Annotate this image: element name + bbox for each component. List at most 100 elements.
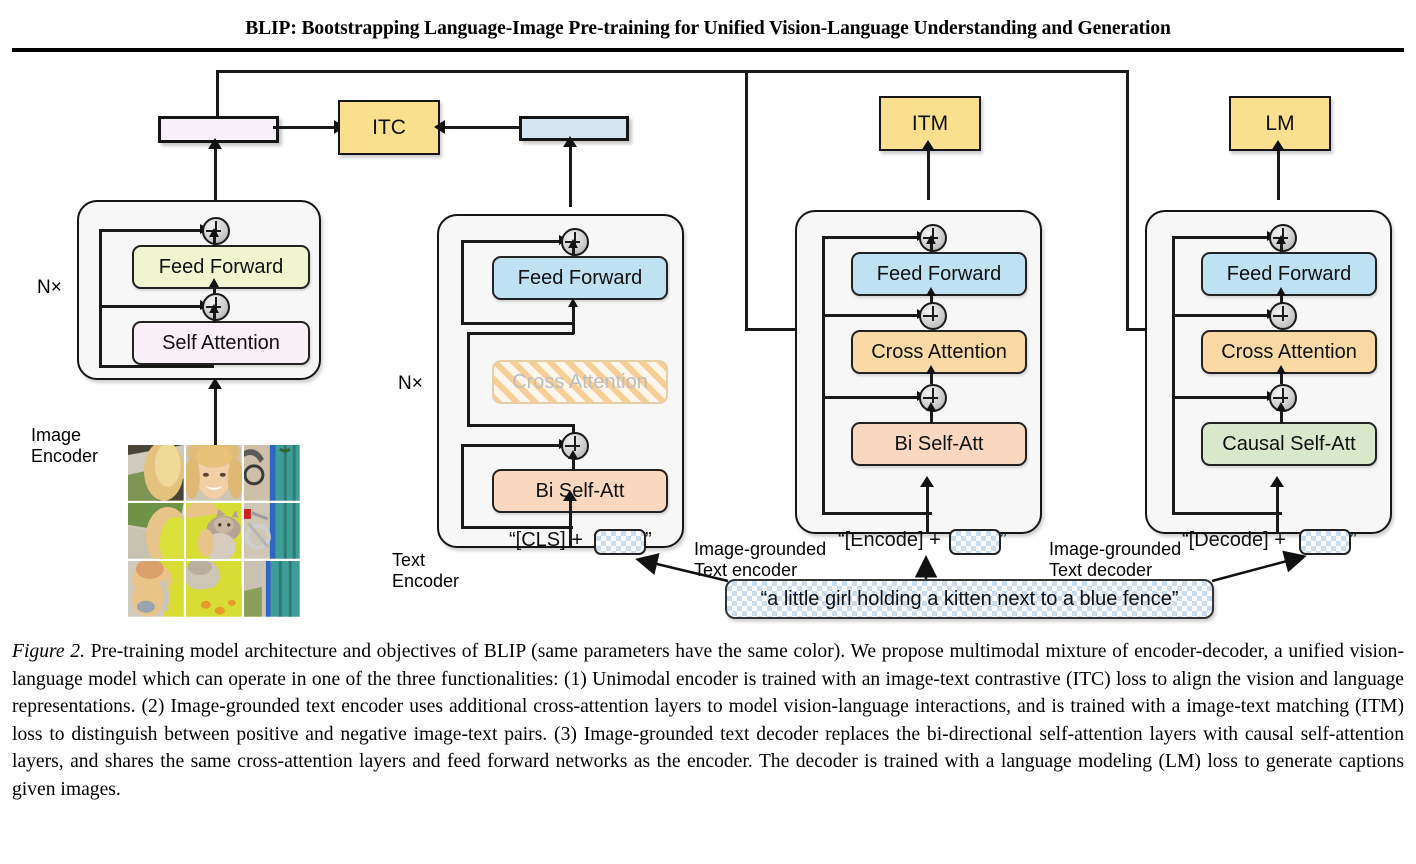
itc-loss-box: ITC	[338, 100, 440, 155]
text-encoder-block: Feed Forward Cross Attention Bi Self-Att	[437, 214, 684, 548]
text-ff-residual-vertical-1	[461, 240, 464, 324]
text-sa-residual-vertical-1	[461, 444, 464, 528]
text-ff-residual-horizontal-2	[461, 322, 573, 325]
gd-feed-forward-label: Feed Forward	[1226, 262, 1352, 285]
header-divider	[12, 48, 1404, 52]
ge-ff-residual-horizontal-1	[822, 236, 919, 239]
gd-sa-residual-horizontal-1	[1172, 396, 1269, 399]
gd-ff-residual-vertical-1	[1172, 236, 1175, 316]
bus-drop-to-grounded-encoder	[745, 70, 748, 330]
text-sa-residual-horizontal-1	[461, 444, 561, 447]
nx-label-image-encoder: N×	[37, 277, 62, 298]
feed-forward-label: Feed Forward	[158, 255, 284, 278]
gd-feed-forward-module: Feed Forward	[1201, 252, 1377, 296]
cross-attention-module-disabled: Cross Attention	[492, 360, 668, 404]
arrow-text-embedding-to-itc	[434, 119, 445, 134]
image-patch	[128, 561, 184, 617]
gd-sa-residual-horizontal-2	[1172, 512, 1282, 515]
bi-self-att-module: Bi Self-Att	[492, 469, 668, 513]
paper-header: BLIP: Bootstrapping Language-Image Pre-t…	[0, 0, 1416, 56]
feed-forward-module: Feed Forward	[132, 245, 310, 289]
arrow-gd-sa-out	[1275, 402, 1286, 411]
gd-cross-attention-module: Cross Attention	[1201, 330, 1377, 374]
arrow-sa-to-add	[208, 304, 219, 313]
gd-ff-residual-horizontal-1	[1172, 236, 1269, 239]
line-image-embedding-to-itc	[273, 126, 336, 129]
ff-residual-horizontal-1	[99, 229, 202, 232]
image-patch	[244, 561, 300, 617]
text-feed-forward-module: Feed Forward	[492, 256, 668, 300]
sa-residual-horizontal-2	[99, 365, 214, 368]
text-ff-residual-horizontal-1	[461, 240, 561, 243]
arrow-gd-ff-to-add	[1275, 235, 1286, 244]
arrow-text-sa-to-add	[567, 450, 578, 459]
arrow-gd-sa-to-ca	[1275, 365, 1286, 374]
line-text-encoder-out-to-bar	[569, 145, 572, 207]
cls-token-prefix: “[CLS] +	[509, 529, 589, 551]
bus-drop-to-grounded-decoder	[1126, 70, 1129, 330]
image-encoder-block: Feed Forward Self Attention	[77, 200, 321, 380]
page-title: BLIP: Bootstrapping Language-Image Pre-t…	[245, 18, 1171, 39]
sa-residual-vertical-1	[99, 305, 102, 367]
image-patch	[244, 445, 300, 501]
arrow-cls-token-to-text-encoder	[563, 490, 577, 501]
decode-token-prefix: “[Decode] +	[1182, 529, 1292, 551]
line-decode-token-to-block	[1276, 486, 1279, 533]
cross-attention-bypass-vertical-left	[467, 332, 470, 426]
line-text-embedding-to-itc	[443, 126, 519, 129]
arrow-text-ff-to-add	[567, 239, 578, 248]
arrow-encode-token-to-block	[920, 476, 934, 487]
ge-ff-residual-vertical-1	[822, 236, 825, 316]
text-encoder-label-line1: Text	[392, 550, 426, 570]
ge-ca-residual-horizontal-1	[822, 314, 919, 317]
image-patch	[186, 503, 242, 559]
ge-cross-attention-module: Cross Attention	[851, 330, 1027, 374]
decode-token-box	[1299, 529, 1351, 555]
lm-label: LM	[1265, 111, 1295, 135]
image-patch	[244, 503, 300, 559]
self-attention-module: Self Attention	[132, 321, 310, 365]
ge-cross-attention-label: Cross Attention	[871, 340, 1007, 363]
arrow-ge-sa-to-ca	[925, 365, 936, 374]
cross-attention-label-disabled: Cross Attention	[512, 370, 648, 393]
ff-residual-vertical-1	[99, 229, 102, 307]
image-grounded-text-encoder-block: Feed Forward Cross Attention Bi Self-Att	[795, 210, 1042, 534]
line-grounded-encoder-to-itm	[927, 147, 930, 200]
image-grounded-text-decoder-block: Feed Forward Cross Attention Causal Self…	[1145, 210, 1392, 534]
ge-feed-forward-module: Feed Forward	[851, 252, 1027, 296]
arrow-ff-to-add	[208, 228, 219, 237]
arrow-grounded-decoder-to-lm	[1271, 140, 1285, 151]
figure-caption: Figure 2. Pre-training model architectur…	[12, 638, 1404, 803]
gd-causal-self-att-module: Causal Self-Att	[1201, 422, 1377, 466]
arrow-text-encoder-out-to-bar	[563, 136, 577, 147]
line-patches-to-encoder	[214, 386, 217, 446]
gd-ca-residual-horizontal-1	[1172, 314, 1269, 317]
cross-attention-bypass-horizontal-upper	[467, 332, 574, 335]
arrow-encoder-out-to-bar	[208, 138, 222, 149]
ge-bi-self-att-label: Bi Self-Att	[894, 432, 984, 455]
line-encoder-out-to-bar	[214, 148, 217, 208]
encode-token-prefix: “[Encode] +	[838, 529, 947, 551]
arrow-bypass-to-ff	[567, 298, 578, 307]
ge-residual-add-node-ca	[919, 302, 947, 330]
ge-feed-forward-label: Feed Forward	[876, 262, 1002, 285]
image-patch	[186, 445, 242, 501]
line-grounded-decoder-to-lm	[1277, 147, 1280, 200]
itm-label: ITM	[911, 111, 949, 135]
image-patch	[128, 445, 184, 501]
arrow-ge-sa-out	[925, 402, 936, 411]
arrow-patches-to-encoder	[208, 378, 222, 389]
ge-sa-residual-vertical-1	[822, 396, 825, 514]
nx-label-text-encoder: N×	[398, 373, 423, 394]
itc-label: ITC	[372, 115, 406, 139]
cls-token-suffix: ”	[645, 529, 652, 551]
cross-attention-bypass-vertical-upper	[572, 306, 575, 334]
arrow-decode-token-to-block	[1270, 476, 1284, 487]
text-feed-forward-label: Feed Forward	[517, 266, 643, 289]
ge-sa-residual-horizontal-2	[822, 512, 932, 515]
bus-top-horizontal	[216, 70, 1128, 73]
image-encoder-label-line2: Encoder	[31, 446, 99, 466]
sa-residual-horizontal-1	[99, 305, 202, 308]
encode-token-suffix: ”	[1000, 529, 1007, 551]
arrow-add-to-ff	[208, 278, 219, 287]
